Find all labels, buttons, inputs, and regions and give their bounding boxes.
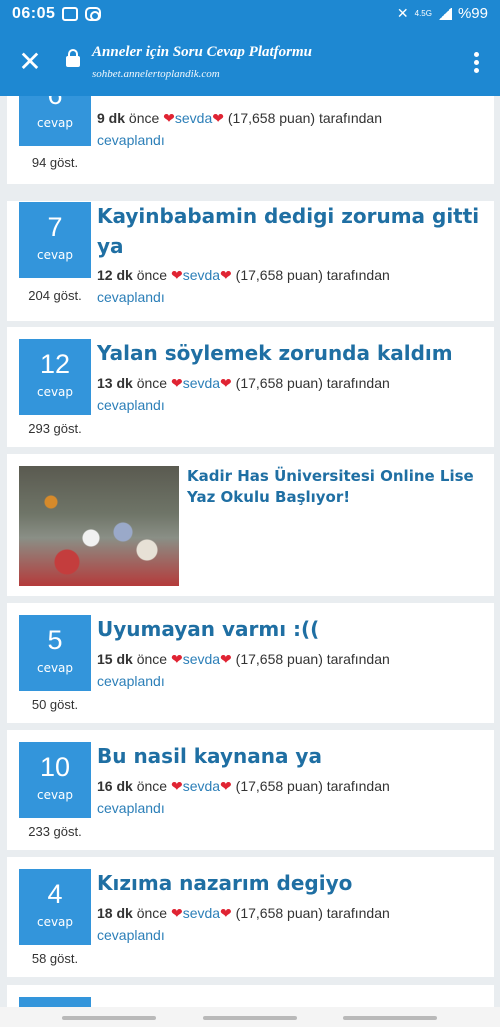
heart-icon: ❤	[220, 267, 232, 283]
question-card[interactable]: 5 cevap 50 göst. Uyumayan varmı :(( 15 d…	[7, 603, 494, 723]
page-title: Anneler için Soru Cevap Platformu	[92, 44, 313, 60]
view-count: 50 göst.	[31, 697, 79, 712]
view-count: 293 göst.	[28, 421, 82, 436]
app-bar: ✕ Anneler için Soru Cevap Platformu sohb…	[0, 30, 500, 96]
nav-back-indicator[interactable]	[343, 1016, 437, 1020]
view-count: 233 göst.	[28, 824, 82, 839]
user-link[interactable]: sevda	[183, 905, 220, 921]
user-link[interactable]: sevda	[183, 778, 220, 794]
battery-level: %99	[457, 5, 488, 22]
answer-count-box	[19, 997, 91, 1007]
answer-count-box: 4 cevap	[19, 869, 91, 945]
question-title[interactable]: Kızıma nazarım degiyo	[97, 868, 480, 898]
status-right: ✕ 4.5G %99	[397, 5, 488, 22]
question-card[interactable]: 6 cevap 94 göst. 9 dk önce ❤sevda❤ (17,6…	[7, 96, 494, 184]
answer-label: cevap	[36, 788, 74, 802]
question-meta: 9 dk önce ❤sevda❤ (17,658 puan) tarafınd…	[97, 110, 382, 148]
ad-card[interactable]: Kadir Has Üniversitesi Online Lise Yaz O…	[7, 454, 494, 596]
time-ago: 9 dk	[97, 110, 126, 126]
question-meta: 12 dk önce ❤sevda❤ (17,658 puan) tarafın…	[97, 267, 390, 305]
answered-link[interactable]: cevaplandı	[97, 132, 165, 148]
answer-label: cevap	[36, 661, 74, 675]
question-title[interactable]: Yalan söylemek zorunda kaldım	[97, 338, 480, 368]
lock-icon	[66, 49, 80, 67]
answer-label: cevap	[36, 915, 74, 929]
question-title[interactable]: Bu nasil kaynana ya	[97, 741, 480, 771]
answer-count: 7	[47, 212, 63, 242]
heart-icon: ❤	[220, 375, 232, 391]
answered-link[interactable]: cevaplandı	[97, 397, 165, 413]
time-ago: 18 dk	[97, 905, 133, 921]
status-time: 06:05	[12, 5, 56, 22]
question-title[interactable]: Kayinbabamin dedigi zoruma gitti ya	[97, 201, 480, 261]
time-ago: 12 dk	[97, 267, 133, 283]
heart-icon: ❤	[170, 267, 183, 283]
more-vert-icon[interactable]	[474, 52, 480, 76]
user-link[interactable]: sevda	[183, 375, 220, 391]
answer-count-box: 6 cevap	[19, 96, 91, 146]
user-link[interactable]: sevda	[183, 267, 220, 283]
heart-icon: ❤	[170, 778, 183, 794]
view-count: 204 göst.	[28, 288, 82, 303]
question-card[interactable]: 7 cevap 204 göst. Kayinbabamin dedigi zo…	[7, 201, 494, 321]
answer-count-box: 12 cevap	[19, 339, 91, 415]
system-nav-bar	[0, 1007, 500, 1027]
answer-count: 12	[39, 349, 71, 379]
answered-link[interactable]: cevaplandı	[97, 800, 165, 816]
answer-count: 6	[19, 96, 91, 110]
instagram-icon	[85, 7, 101, 21]
nav-recent-indicator[interactable]	[62, 1016, 156, 1020]
close-icon[interactable]: ✕	[16, 48, 44, 76]
answered-link[interactable]: cevaplandı	[97, 927, 165, 943]
answer-count: 5	[47, 625, 63, 655]
network-type: 4.5G	[414, 8, 432, 18]
heart-icon: ❤	[220, 778, 232, 794]
answer-label: cevap	[36, 385, 74, 399]
question-meta: 16 dk önce ❤sevda❤ (17,658 puan) tarafın…	[97, 778, 390, 816]
user-link[interactable]: sevda	[183, 651, 220, 667]
question-title[interactable]: Uyumayan varmı :((	[97, 614, 480, 644]
signal-icon	[437, 7, 452, 20]
heart-icon: ❤	[220, 651, 232, 667]
answered-link[interactable]: cevaplandı	[97, 673, 165, 689]
view-count: 94 göst.	[31, 155, 79, 170]
question-meta: 18 dk önce ❤sevda❤ (17,658 puan) tarafın…	[97, 905, 390, 943]
status-bar: 06:05 ✕ 4.5G %99	[0, 0, 500, 30]
time-ago: 13 dk	[97, 375, 133, 391]
gallery-icon	[62, 7, 78, 21]
nav-home-indicator[interactable]	[203, 1016, 297, 1020]
ad-image[interactable]	[19, 466, 179, 586]
heart-icon: ❤	[212, 110, 224, 126]
answer-count-box: 10 cevap	[19, 742, 91, 818]
heart-icon: ❤	[170, 375, 183, 391]
time-ago: 16 dk	[97, 778, 133, 794]
user-link[interactable]: sevda	[175, 110, 212, 126]
answer-label: cevap	[36, 116, 74, 130]
heart-icon: ❤	[170, 905, 183, 921]
answer-count: 10	[39, 752, 71, 782]
question-meta: 13 dk önce ❤sevda❤ (17,658 puan) tarafın…	[97, 375, 390, 413]
answer-count-box: 7 cevap	[19, 202, 91, 278]
answer-count-box: 5 cevap	[19, 615, 91, 691]
question-card[interactable]: 10 cevap 233 göst. Bu nasil kaynana ya 1…	[7, 730, 494, 850]
heart-icon: ❤	[170, 651, 183, 667]
question-list: 6 cevap 94 göst. 9 dk önce ❤sevda❤ (17,6…	[0, 96, 500, 1007]
heart-icon: ❤	[220, 905, 232, 921]
mute-icon: ✕	[396, 5, 409, 21]
ad-title[interactable]: Kadir Has Üniversitesi Online Lise Yaz O…	[187, 466, 484, 508]
question-card[interactable]	[7, 985, 494, 1007]
view-count: 58 göst.	[31, 951, 79, 966]
answer-label: cevap	[36, 248, 74, 262]
answered-link[interactable]: cevaplandı	[97, 289, 165, 305]
heart-icon: ❤	[163, 110, 175, 126]
page-url: sohbet.annelertoplandik.com	[92, 68, 220, 80]
question-meta: 15 dk önce ❤sevda❤ (17,658 puan) tarafın…	[97, 651, 390, 689]
question-card[interactable]: 4 cevap 58 göst. Kızıma nazarım degiyo 1…	[7, 857, 494, 977]
question-card[interactable]: 12 cevap 293 göst. Yalan söylemek zorund…	[7, 327, 494, 447]
time-ago: 15 dk	[97, 651, 133, 667]
answer-count: 4	[47, 879, 63, 909]
